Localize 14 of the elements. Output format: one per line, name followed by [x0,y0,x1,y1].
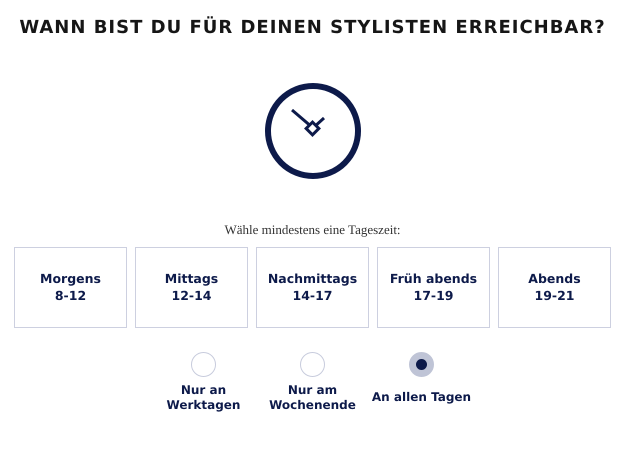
radio-label[interactable]: Nur am Wochenende [269,381,356,416]
page-title: WANN BIST DU FÜR DEINEN STYLISTEN ERREICHBAR? [19,15,606,39]
radio-button[interactable] [300,352,325,378]
radio-label[interactable]: Nur an Werktagen [166,381,240,416]
time-slot-button[interactable]: Nachmittags 14-17 [256,247,369,328]
instruction-text: Wähle mindestens eine Tageszeit: [224,220,401,239]
time-slot-button[interactable]: Morgens 8-12 [14,247,127,328]
radio-label[interactable]: An allen Tagen [372,381,472,416]
radio-button[interactable] [191,352,216,378]
time-slot-button[interactable]: Mittags 12-14 [135,247,248,328]
time-slot-button[interactable]: Früh abends 17-19 [377,247,490,328]
time-slot-button[interactable]: Abends 19-21 [498,247,611,328]
clock-icon [264,82,362,180]
radio-button[interactable] [409,352,434,378]
